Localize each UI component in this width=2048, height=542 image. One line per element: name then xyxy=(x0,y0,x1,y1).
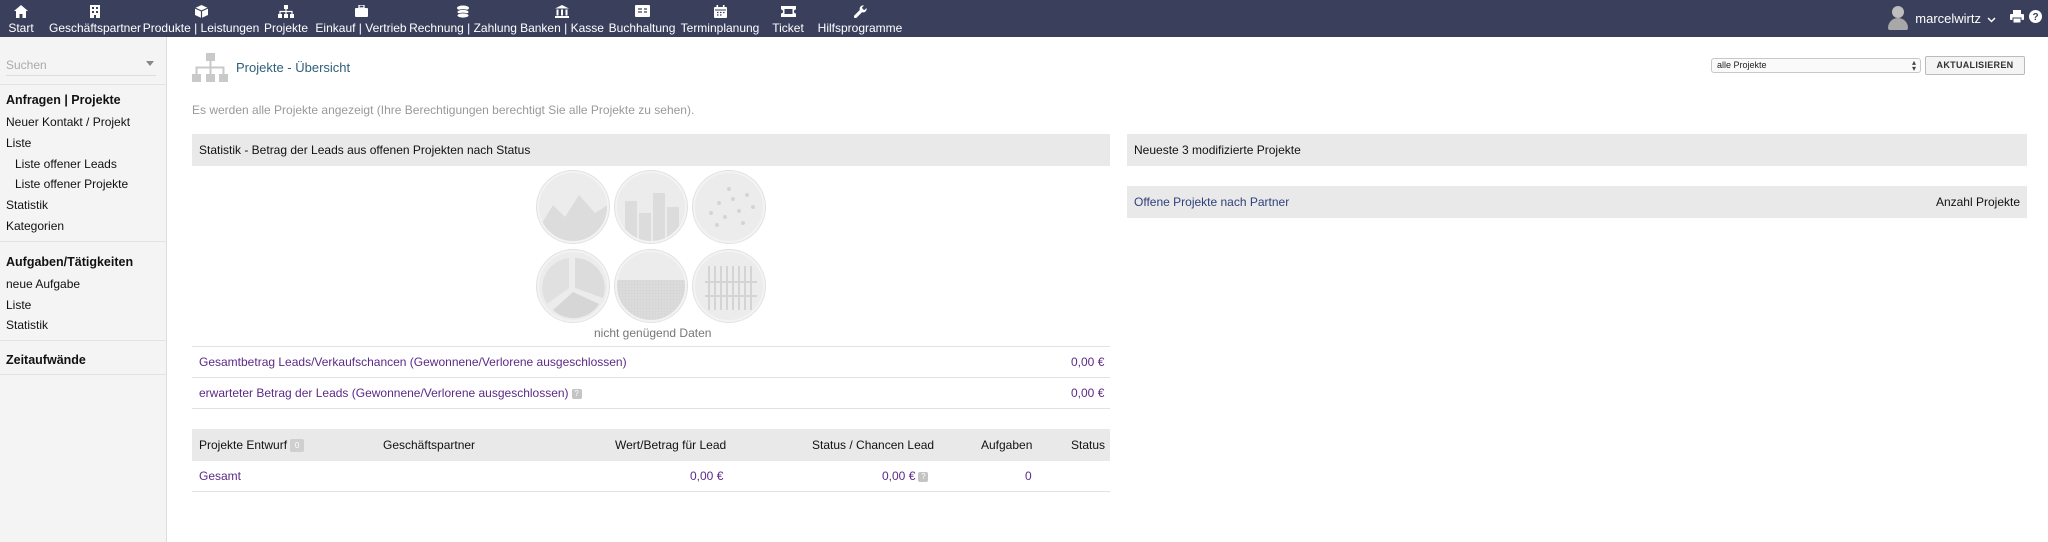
ticket-icon xyxy=(780,3,796,19)
total-leads-link[interactable]: Gesamtbetrag Leads/Verkaufschancen (Gewo… xyxy=(199,355,627,369)
nav-rechnung-zahlung[interactable]: Rechnung | Zahlung xyxy=(409,0,517,37)
wrench-icon xyxy=(853,3,867,19)
sidebar-item-liste[interactable]: Liste xyxy=(6,136,31,150)
divider xyxy=(0,241,166,242)
sidebar-item-kategorien[interactable]: Kategorien xyxy=(6,219,64,233)
sidebar-section-aufgaben[interactable]: Aufgaben/Tätigkeiten xyxy=(6,255,133,269)
permission-info: Es werden alle Projekte angezeigt (Ihre … xyxy=(192,103,695,117)
username: marcelwirtz xyxy=(1915,10,1981,26)
chevron-down-icon xyxy=(1987,11,1996,26)
box-icon xyxy=(194,3,208,19)
nav-produkte[interactable]: Produkte | Leistungen xyxy=(143,0,259,37)
briefcase-icon xyxy=(354,3,368,19)
divider xyxy=(192,491,1110,492)
print-icon[interactable] xyxy=(2010,10,2024,28)
stats-panel-header: Statistik - Betrag der Leads aus offenen… xyxy=(192,134,1110,166)
column-header-geschaeftspartner[interactable]: Geschäftspartner xyxy=(383,438,475,452)
nav-geschaeftspartner[interactable]: Geschäftspartner xyxy=(49,0,141,37)
help-icon[interactable]: ? xyxy=(918,471,929,482)
column-header-wert[interactable]: Wert/Betrag für Lead xyxy=(615,438,726,452)
chevron-down-icon xyxy=(146,61,154,66)
column-header-aufgaben[interactable]: Aufgaben xyxy=(981,438,1032,452)
open-by-partner-header: Offene Projekte nach Partner Anzahl Proj… xyxy=(1127,186,2027,218)
search-input[interactable]: Suchen xyxy=(6,58,156,76)
sidebar-item-aufgaben-statistik[interactable]: Statistik xyxy=(6,318,48,332)
sidebar-section-anfragen-projekte[interactable]: Anfragen | Projekte xyxy=(6,93,121,107)
sitemap-icon xyxy=(278,3,294,19)
nav-hilfsprogramme[interactable]: Hilfsprogramme xyxy=(818,0,902,37)
coins-icon xyxy=(456,3,470,19)
help-icon[interactable]: ? xyxy=(2029,10,2042,28)
sitemap-icon xyxy=(192,53,228,83)
project-filter-select[interactable]: alle Projekte ▴ ▾ xyxy=(1711,58,1921,73)
heatmap-placeholder-icon xyxy=(615,250,687,322)
expected-leads-value: 0,00 € xyxy=(1071,386,1105,400)
total-leads-value: 0,00 € xyxy=(1071,355,1105,369)
open-by-partner-link[interactable]: Offene Projekte nach Partner xyxy=(1134,195,1289,209)
total-row-tasks[interactable]: 0 xyxy=(1025,469,1032,483)
page-title: Projekte - Übersicht xyxy=(236,60,351,75)
table-chart-placeholder-icon xyxy=(693,250,765,322)
sidebar-section-zeitaufwaende[interactable]: Zeitaufwände xyxy=(6,353,86,367)
divider xyxy=(0,374,166,375)
svg-text:?: ? xyxy=(2032,12,2038,23)
nav-banken-kasse[interactable]: Banken | Kasse xyxy=(520,0,604,37)
scatter-chart-placeholder-icon xyxy=(693,171,765,243)
ledger-icon xyxy=(634,3,650,19)
nav-terminplanung[interactable]: Terminplanung xyxy=(681,0,759,37)
total-row-label[interactable]: Gesamt xyxy=(199,469,241,483)
bank-icon xyxy=(555,3,569,19)
home-icon xyxy=(14,3,28,19)
total-row-status-chance: 0,00 €? xyxy=(882,469,929,483)
nav-ticket[interactable]: Ticket xyxy=(772,0,804,37)
avatar xyxy=(1887,5,1909,31)
sidebar: Suchen Anfragen | Projekte Neuer Kontakt… xyxy=(0,37,167,542)
expected-leads-link[interactable]: erwarteter Betrag der Leads (Gewonnene/V… xyxy=(199,386,582,400)
nav-buchhaltung[interactable]: Buchhaltung xyxy=(609,0,675,37)
top-navigation: Start Geschäftspartner Produkte | Leistu… xyxy=(0,0,2048,37)
recent-projects-header: Neueste 3 modifizierte Projekte xyxy=(1127,134,2027,166)
help-icon[interactable]: ? xyxy=(571,388,582,399)
sidebar-item-statistik[interactable]: Statistik xyxy=(6,198,48,212)
building-icon xyxy=(90,3,100,19)
nav-einkauf-vertrieb[interactable]: Einkauf | Vertrieb xyxy=(315,0,407,37)
sidebar-item-neue-aufgabe[interactable]: neue Aufgabe xyxy=(6,277,80,291)
no-data-text: nicht genügend Daten xyxy=(594,326,712,340)
column-header-status[interactable]: Status xyxy=(1071,438,1105,452)
divider xyxy=(192,377,1110,378)
divider xyxy=(0,84,166,85)
column-header-status-chancen[interactable]: Status / Chancen Lead xyxy=(812,438,934,452)
count-column-header: Anzahl Projekte xyxy=(1935,195,2020,209)
calendar-icon xyxy=(713,3,727,19)
divider xyxy=(0,340,166,341)
bar-chart-placeholder-icon xyxy=(615,171,687,243)
sidebar-item-offene-leads[interactable]: Liste offener Leads xyxy=(15,157,117,171)
refresh-button[interactable]: AKTUALISIEREN xyxy=(1925,56,2025,75)
nav-projekte[interactable]: Projekte xyxy=(264,0,308,37)
sidebar-item-neuer-kontakt[interactable]: Neuer Kontakt / Projekt xyxy=(6,115,130,129)
select-arrows-icon: ▴ ▾ xyxy=(1911,58,1916,73)
total-row-value: 0,00 € xyxy=(690,469,724,483)
divider xyxy=(192,408,1110,409)
divider xyxy=(192,346,1110,347)
pie-chart-placeholder-icon xyxy=(537,250,609,322)
nav-start[interactable]: Start xyxy=(6,0,36,37)
column-header-projekte-entwurf: Projekte Entwurf 0 xyxy=(199,438,305,453)
user-menu[interactable]: marcelwirtz xyxy=(1887,4,1996,32)
count-badge: 0 xyxy=(290,439,305,453)
sidebar-item-offene-projekte[interactable]: Liste offener Projekte xyxy=(15,177,128,191)
area-chart-placeholder-icon xyxy=(537,171,609,243)
sidebar-item-aufgaben-liste[interactable]: Liste xyxy=(6,298,31,312)
